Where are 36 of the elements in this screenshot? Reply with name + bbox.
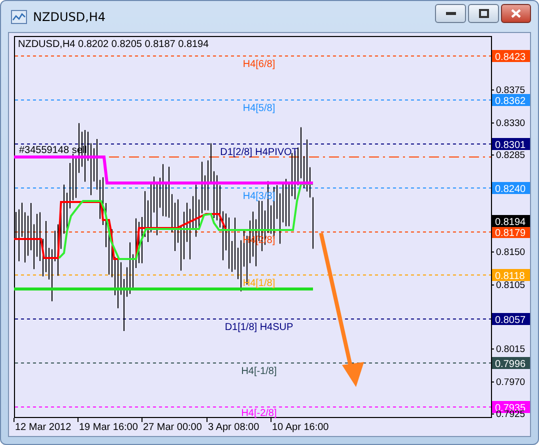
price-tag: 0.7996 (492, 357, 530, 370)
level-label: H4[-1/8] (241, 366, 277, 377)
minimize-icon (446, 12, 456, 16)
price-tag: 0.8301 (492, 138, 530, 151)
time-tick: 10 Apr 16:00 (272, 422, 329, 433)
close-icon (511, 9, 521, 18)
price-tick: 0.8150 (496, 247, 526, 258)
price-tick: 0.7970 (496, 377, 526, 388)
time-tick: 27 Mar 00:00 (143, 422, 202, 433)
price-tick: 0.8330 (496, 118, 526, 129)
chart-header: NZDUSD,H4 0.8202 0.8205 0.8187 0.8194 (18, 39, 209, 50)
price-tag: 0.8057 (492, 313, 530, 326)
close-button[interactable] (501, 4, 531, 23)
maximize-button[interactable] (468, 4, 499, 23)
price-tick: 0.8105 (496, 280, 526, 291)
time-tick: 12 Mar 2012 (15, 422, 72, 433)
time-tick: 19 Mar 16:00 (79, 422, 138, 433)
price-tag: 0.8194 (492, 215, 530, 228)
level-label: H4[1/8] (242, 278, 276, 289)
price-tag: 0.8423 (492, 50, 530, 63)
price-tick: 0.8285 (496, 150, 526, 161)
window-title: NZDUSD,H4 (33, 10, 106, 24)
price-tag: 0.8362 (492, 94, 530, 107)
price-tag: 0.8179 (492, 226, 530, 239)
time-tick: 3 Apr 08:00 (208, 422, 260, 433)
maximize-icon (478, 9, 488, 18)
price-tag: 0.8240 (492, 182, 530, 195)
level-label: D1[1/8] H4SUP (224, 322, 294, 333)
chart-icon (11, 10, 27, 24)
price-tick: 0.8015 (496, 344, 526, 355)
level-label: H4[6/8] (242, 59, 276, 70)
level-label: H4[-2/8] (241, 408, 277, 419)
price-tag: 0.8118 (492, 269, 530, 282)
price-tick: 0.8375 (496, 85, 526, 96)
minimize-button[interactable] (435, 4, 466, 23)
level-label: H4[5/8] (242, 103, 276, 114)
